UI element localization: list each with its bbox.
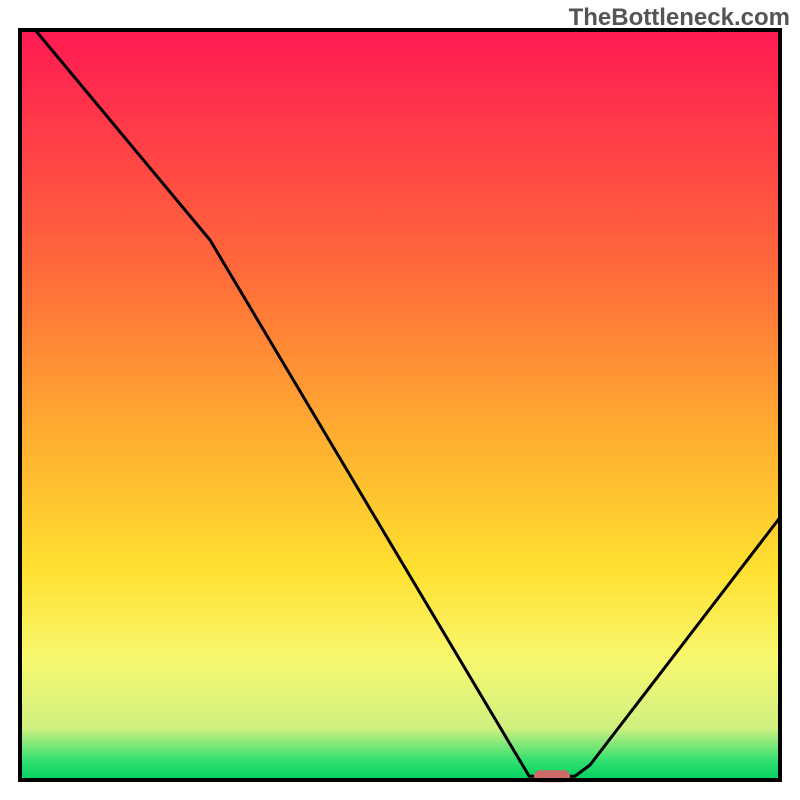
bottleneck-chart: TheBottleneck.com	[0, 0, 800, 800]
chart-svg	[0, 0, 800, 800]
watermark-text: TheBottleneck.com	[569, 4, 790, 32]
